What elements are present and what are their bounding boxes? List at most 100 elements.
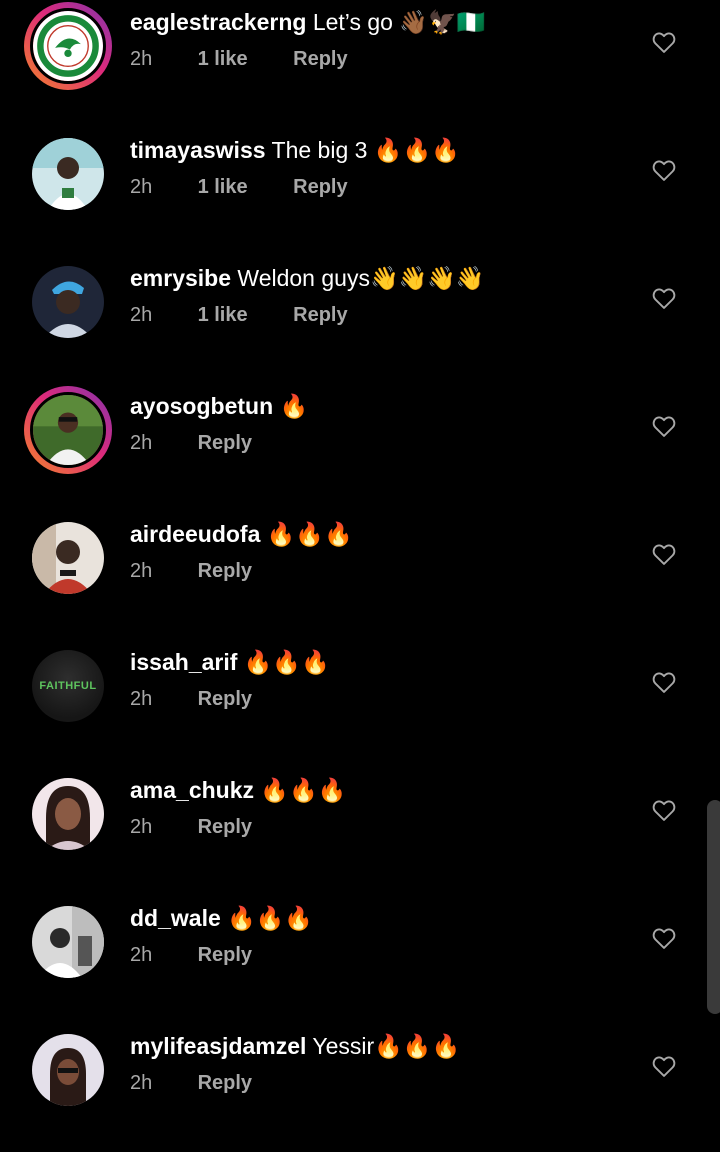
- avatar[interactable]: [32, 906, 104, 978]
- reply-button[interactable]: Reply: [198, 944, 252, 966]
- avatar-wrap: FAITHFUL: [31, 649, 105, 723]
- comment-text: ama_chukz 🔥🔥🔥: [130, 776, 346, 804]
- username[interactable]: timayaswiss: [130, 137, 266, 163]
- timestamp: 2h: [130, 944, 153, 966]
- heart-outline-icon[interactable]: [650, 156, 678, 184]
- timestamp: 2h: [130, 688, 153, 710]
- faithful-logo: FAITHFUL: [32, 650, 104, 722]
- comment-text: emrysibe Weldon guys👋👋👋👋: [130, 264, 485, 292]
- avatar[interactable]: [30, 8, 106, 84]
- username[interactable]: airdeeudofa: [130, 521, 260, 547]
- profile-photo-icon: [32, 522, 104, 594]
- comment-text: airdeeudofa 🔥🔥🔥: [130, 520, 353, 548]
- eagles-tracker-logo-icon: [33, 11, 103, 81]
- comment-meta: 2h Reply: [130, 1072, 252, 1095]
- profile-photo-icon: [33, 395, 103, 465]
- comment-body: Weldon guys👋👋👋👋: [237, 265, 485, 291]
- username[interactable]: dd_wale: [130, 905, 221, 931]
- avatar[interactable]: [32, 266, 104, 338]
- heart-outline-icon[interactable]: [650, 28, 678, 56]
- timestamp: 2h: [130, 48, 153, 70]
- comment-body: 🔥: [279, 393, 309, 419]
- comment-item: ayosogbetun 🔥 2h Reply: [0, 384, 720, 512]
- avatar-wrap: [31, 265, 105, 339]
- comment-body: 🔥🔥🔥: [266, 521, 353, 547]
- avatar[interactable]: [32, 1034, 104, 1106]
- avatar-wrap: [31, 777, 105, 851]
- comment-meta: 2h Reply: [130, 432, 252, 455]
- reply-button[interactable]: Reply: [198, 1072, 252, 1094]
- likes-count[interactable]: 1 like: [198, 304, 288, 327]
- comment-meta: 2h 1 like Reply: [130, 176, 348, 199]
- avatar-wrap: [31, 905, 105, 979]
- reply-button[interactable]: Reply: [293, 48, 347, 70]
- avatar-wrap: [31, 1033, 105, 1107]
- timestamp: 2h: [130, 816, 153, 838]
- username[interactable]: ama_chukz: [130, 777, 254, 803]
- comment-item: eaglestrackerng Let’s go 👋🏾🦅🇳🇬 2h 1 like…: [0, 0, 720, 128]
- scrollbar-thumb[interactable]: [707, 800, 720, 1014]
- comment-meta: 2h 1 like Reply: [130, 48, 348, 71]
- comment-meta: 2h Reply: [130, 944, 252, 967]
- profile-photo-icon: [32, 138, 104, 210]
- comment-body: Let’s go 👋🏾🦅🇳🇬: [312, 9, 486, 35]
- avatar[interactable]: FAITHFUL: [32, 650, 104, 722]
- heart-outline-icon[interactable]: [650, 284, 678, 312]
- story-ring[interactable]: [24, 386, 112, 474]
- heart-outline-icon[interactable]: [650, 796, 678, 824]
- reply-button[interactable]: Reply: [198, 816, 252, 838]
- comment-body: 🔥🔥🔥: [260, 777, 347, 803]
- comment-body: Yessir🔥🔥🔥: [312, 1033, 461, 1059]
- reply-button[interactable]: Reply: [293, 304, 347, 326]
- reply-button[interactable]: Reply: [198, 432, 252, 454]
- timestamp: 2h: [130, 176, 153, 198]
- timestamp: 2h: [130, 432, 153, 454]
- comment-text: issah_arif 🔥🔥🔥: [130, 648, 330, 676]
- avatar[interactable]: [32, 138, 104, 210]
- comment-meta: 2h Reply: [130, 560, 252, 583]
- comment-item: dd_wale 🔥🔥🔥 2h Reply: [0, 896, 720, 1024]
- heart-outline-icon[interactable]: [650, 412, 678, 440]
- likes-count[interactable]: 1 like: [198, 48, 288, 71]
- comment-text: dd_wale 🔥🔥🔥: [130, 904, 313, 932]
- comment-item: airdeeudofa 🔥🔥🔥 2h Reply: [0, 512, 720, 640]
- timestamp: 2h: [130, 1072, 153, 1094]
- avatar-wrap: [31, 521, 105, 595]
- username[interactable]: mylifeasjdamzel: [130, 1033, 306, 1059]
- comment-item: FAITHFUL issah_arif 🔥🔥🔥 2h Reply: [0, 640, 720, 768]
- comment-meta: 2h 1 like Reply: [130, 304, 348, 327]
- comments-list: eaglestrackerng Let’s go 👋🏾🦅🇳🇬 2h 1 like…: [0, 0, 720, 1106]
- story-ring[interactable]: [24, 2, 112, 90]
- username[interactable]: issah_arif: [130, 649, 237, 675]
- profile-photo-icon: [32, 266, 104, 338]
- avatar[interactable]: [30, 392, 106, 468]
- comment-item: timayaswiss The big 3 🔥🔥🔥 2h 1 like Repl…: [0, 128, 720, 256]
- heart-outline-icon[interactable]: [650, 924, 678, 952]
- comment-item: ama_chukz 🔥🔥🔥 2h Reply: [0, 768, 720, 896]
- reply-button[interactable]: Reply: [293, 176, 347, 198]
- comment-text: eaglestrackerng Let’s go 👋🏾🦅🇳🇬: [130, 8, 485, 36]
- heart-outline-icon[interactable]: [650, 540, 678, 568]
- heart-outline-icon[interactable]: [650, 1052, 678, 1080]
- reply-button[interactable]: Reply: [198, 688, 252, 710]
- comment-text: timayaswiss The big 3 🔥🔥🔥: [130, 136, 460, 164]
- comment-meta: 2h Reply: [130, 688, 252, 711]
- likes-count[interactable]: 1 like: [198, 176, 288, 199]
- username[interactable]: ayosogbetun: [130, 393, 273, 419]
- comment-meta: 2h Reply: [130, 816, 252, 839]
- avatar-wrap: [31, 137, 105, 211]
- comment-body: 🔥🔥🔥: [227, 905, 314, 931]
- avatar[interactable]: [32, 522, 104, 594]
- comment-text: mylifeasjdamzel Yessir🔥🔥🔥: [130, 1032, 460, 1060]
- comment-text: ayosogbetun 🔥: [130, 392, 308, 420]
- profile-photo-icon: [32, 1034, 104, 1106]
- heart-outline-icon[interactable]: [650, 668, 678, 696]
- reply-button[interactable]: Reply: [198, 560, 252, 582]
- timestamp: 2h: [130, 304, 153, 326]
- timestamp: 2h: [130, 560, 153, 582]
- avatar[interactable]: [32, 778, 104, 850]
- username[interactable]: emrysibe: [130, 265, 231, 291]
- comment-body: 🔥🔥🔥: [243, 649, 330, 675]
- comment-item: mylifeasjdamzel Yessir🔥🔥🔥 2h Reply: [0, 1024, 720, 1152]
- username[interactable]: eaglestrackerng: [130, 9, 306, 35]
